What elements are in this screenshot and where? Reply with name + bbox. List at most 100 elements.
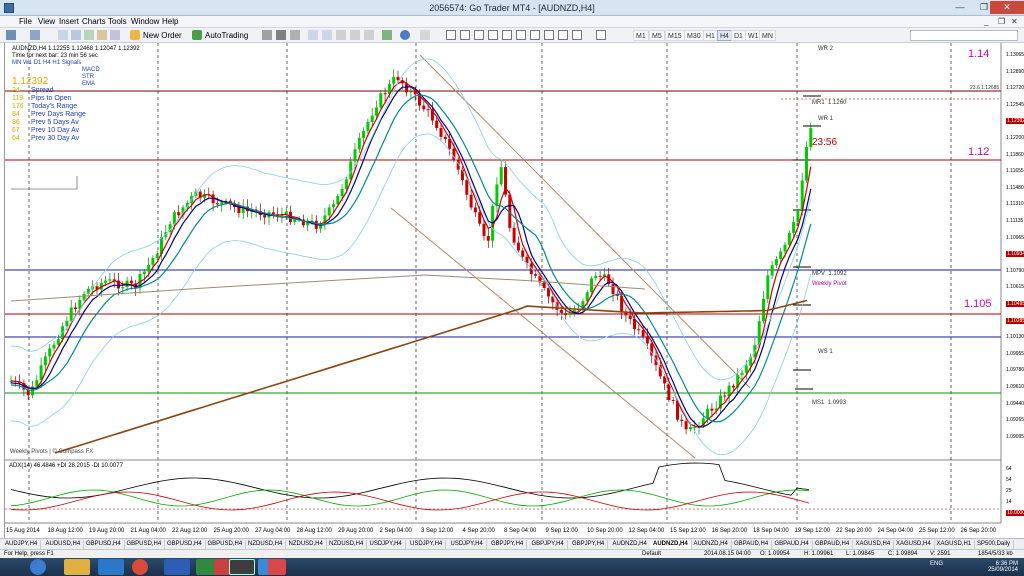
chart-tab[interactable]: GBPUSD,H4 <box>124 540 166 549</box>
vertical-line-icon[interactable] <box>474 30 484 40</box>
chart-tab[interactable]: AUDNZD,H4 <box>610 540 651 549</box>
candlestick-icon[interactable] <box>276 30 286 40</box>
menu-view[interactable]: View <box>38 17 55 26</box>
close-button[interactable]: ✕ <box>990 1 1024 14</box>
search-input[interactable] <box>910 30 1018 41</box>
menu-window[interactable]: Window <box>131 17 159 26</box>
market-watch-icon[interactable] <box>58 30 68 40</box>
media-icon[interactable] <box>98 559 124 575</box>
menu-tools[interactable]: Tools <box>108 17 127 26</box>
chart-tab[interactable]: XAGUSD,H1 <box>934 540 976 549</box>
chart-tab[interactable]: AUDUSD,H4 <box>43 540 85 549</box>
trading-icon[interactable] <box>268 559 286 575</box>
horizontal-line-icon[interactable] <box>488 30 498 40</box>
indicators-icon[interactable] <box>382 30 392 40</box>
tile-windows-icon[interactable] <box>336 30 346 40</box>
adx-minus-di-line <box>10 491 810 511</box>
timeframe-h4-button[interactable]: H4 <box>717 30 732 41</box>
fibonacci-icon[interactable] <box>530 30 540 40</box>
chart-tab[interactable]: USDJPY,H4 <box>448 540 487 549</box>
terminal-icon[interactable] <box>97 30 107 40</box>
minimize-button[interactable]: — <box>948 1 972 14</box>
autotrading-button[interactable]: AutoTrading <box>205 30 248 41</box>
mt4-icon[interactable] <box>229 559 255 575</box>
profiles-icon[interactable] <box>30 30 40 40</box>
timeframe-h1-button[interactable]: H1 <box>703 30 718 41</box>
price-chart[interactable] <box>5 43 1024 540</box>
windows-icon[interactable] <box>30 559 46 575</box>
candle-bear <box>465 180 469 195</box>
menu-file[interactable]: File <box>19 17 32 26</box>
bar-timer: Time for next bar: 23 min 56 sec <box>12 53 98 59</box>
chart-tab[interactable]: NZDUSD,H4 <box>326 540 368 549</box>
word-icon[interactable] <box>164 559 190 575</box>
mdi-restore-button[interactable]: ❐ <box>998 17 1005 26</box>
equidistant-channel-icon[interactable] <box>516 30 526 40</box>
autotrading-icon[interactable] <box>192 30 202 40</box>
chart-window[interactable] <box>4 43 1024 540</box>
chart-tab[interactable]: GBPUSD,H4 <box>205 540 247 549</box>
mdi-close-button[interactable]: ✕ <box>1011 17 1018 26</box>
timeframe-m15-button[interactable]: M15 <box>665 30 685 41</box>
zoom-in-icon[interactable] <box>308 30 318 40</box>
chart-tab[interactable]: AUDNZD,H4 <box>691 540 732 549</box>
chart-tab[interactable]: XAGUSD,H4 <box>853 540 895 549</box>
line-chart-icon[interactable] <box>290 30 300 40</box>
cursor-icon[interactable] <box>446 30 456 40</box>
chart-tab[interactable]: GBPJPY,H4 <box>529 540 568 549</box>
chart-tab[interactable]: USDJPY,H4 <box>407 540 447 549</box>
chart-tab[interactable]: GBPUSD,H4 <box>83 540 125 549</box>
auto-scroll-icon[interactable] <box>350 30 360 40</box>
price-axis-label: 1.11310 <box>1006 201 1024 208</box>
chart-tab[interactable]: GBPAUD,H4 <box>812 540 854 549</box>
crosshair-icon[interactable] <box>460 30 470 40</box>
timeframe-mn-button[interactable]: MN <box>759 30 776 41</box>
timeframe-d1-button[interactable]: D1 <box>731 30 746 41</box>
timeframe-m1-button[interactable]: M1 <box>633 30 649 41</box>
chart-tab[interactable]: USDJPY,H4 <box>367 540 406 549</box>
chart-tab[interactable]: GBPJPY,H4 <box>488 540 528 549</box>
chrome-icon[interactable] <box>132 559 148 575</box>
explorer-icon[interactable] <box>64 559 90 575</box>
chart-tab[interactable]: XAGUSD,H4 <box>893 540 935 549</box>
tester-icon[interactable] <box>110 30 120 40</box>
new-order-button[interactable]: New Order <box>143 30 182 41</box>
chart-tab[interactable]: GBPUSD,H4 <box>164 540 206 549</box>
mdi-minimize-button[interactable]: _ <box>984 17 988 26</box>
menu-charts[interactable]: Charts <box>82 17 106 26</box>
chart-tab[interactable]: GBPAUD,H4 <box>772 540 813 549</box>
chart-tab[interactable]: GBPAUD,H4 <box>731 540 773 549</box>
timeframe-m5-button[interactable]: M5 <box>649 30 665 41</box>
chart-tab[interactable]: AUDJPY,H4 <box>2 540 42 549</box>
bar-chart-icon[interactable] <box>262 30 272 40</box>
text-label-icon[interactable] <box>558 30 568 40</box>
extra-tools-icon[interactable] <box>596 30 606 40</box>
new-chart-icon[interactable] <box>6 30 16 40</box>
candle-bear <box>271 212 275 215</box>
trendline-icon[interactable] <box>502 30 512 40</box>
chart-tab[interactable]: AUDNZD,H4 <box>650 540 692 549</box>
chart-tab[interactable]: NZDUSD,H4 <box>286 540 327 549</box>
menu-insert[interactable]: Insert <box>59 17 79 26</box>
navigator-icon[interactable] <box>84 30 94 40</box>
price-axis-label: 1.10615 <box>1006 284 1024 291</box>
arrows-icon[interactable] <box>572 30 582 40</box>
data-window-icon[interactable] <box>71 30 81 40</box>
new-order-icon[interactable] <box>130 30 140 40</box>
menu-help[interactable]: Help <box>162 17 178 26</box>
periods-icon[interactable] <box>400 30 410 40</box>
timeframe-m30-button[interactable]: M30 <box>684 30 704 41</box>
text-tool-icon[interactable] <box>544 30 554 40</box>
chart-tab[interactable]: SP500,Daily <box>974 540 1015 549</box>
chart-tab[interactable]: GBPJPY,H4 <box>569 540 609 549</box>
clock[interactable]: 6:36 PM 25/09/2014 <box>978 561 1018 573</box>
candle-bull <box>327 207 331 216</box>
chart-shift-icon[interactable] <box>364 30 374 40</box>
templates-icon[interactable] <box>420 30 430 40</box>
language-indicator[interactable]: ENG <box>930 561 943 567</box>
adx-axis-label: 25 <box>1006 488 1012 494</box>
status-open: O: 1.09954 <box>760 551 790 557</box>
chart-tab[interactable]: NZDUSD,H4 <box>245 540 287 549</box>
zoom-out-icon[interactable] <box>322 30 332 40</box>
bar-countdown: 23:56 <box>812 137 838 148</box>
